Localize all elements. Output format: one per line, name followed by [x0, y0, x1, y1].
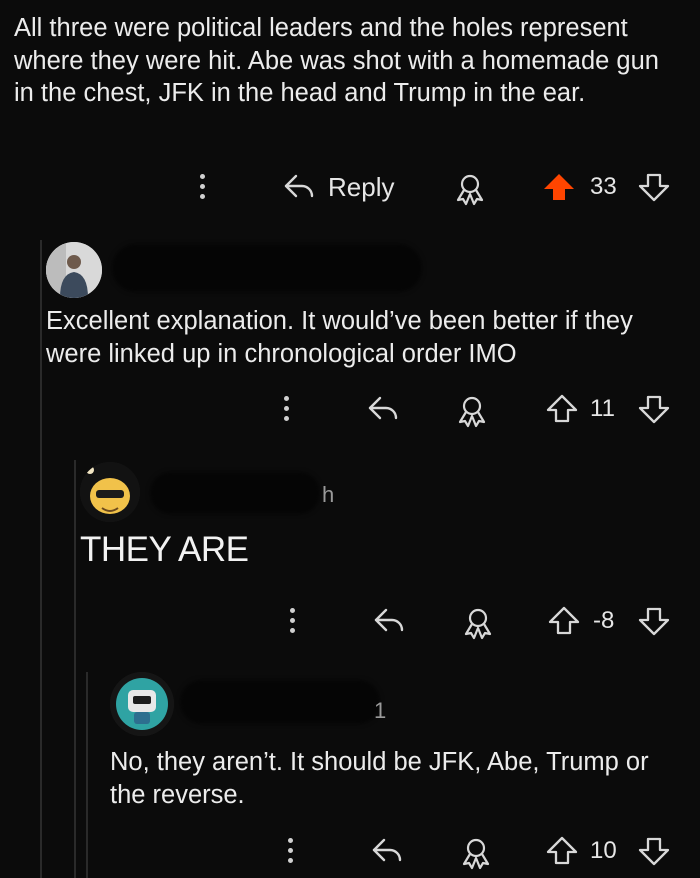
comment-actions: 10	[0, 832, 700, 872]
avatar[interactable]	[46, 242, 102, 298]
score-count: 10	[590, 837, 617, 864]
avatar[interactable]	[110, 672, 174, 736]
downvote-icon[interactable]	[638, 394, 670, 424]
comment-body: Excellent explanation. It would’ve been …	[46, 307, 633, 368]
more-icon[interactable]	[288, 838, 294, 868]
thread-line	[40, 240, 42, 878]
score-count: 11	[590, 395, 615, 422]
comment-meta: 1	[374, 698, 387, 723]
reply-button[interactable]: Reply	[328, 172, 394, 202]
upvote-icon[interactable]	[548, 606, 580, 636]
thread-line	[74, 460, 76, 878]
award-icon[interactable]	[458, 836, 494, 870]
comment-actions: -8	[0, 602, 700, 642]
score-count: 33	[590, 173, 617, 200]
more-icon[interactable]	[290, 608, 296, 638]
comment-body: THEY ARE	[80, 530, 249, 569]
redacted-username	[150, 472, 320, 514]
comment-body: All three were political leaders and the…	[14, 14, 659, 107]
award-icon[interactable]	[460, 606, 496, 640]
avatar[interactable]	[80, 462, 140, 522]
comment-meta: h	[322, 482, 335, 507]
reply-icon[interactable]	[372, 606, 406, 634]
upvote-icon[interactable]	[542, 172, 576, 202]
reply-icon[interactable]	[370, 836, 404, 864]
award-icon[interactable]	[452, 172, 488, 206]
more-icon[interactable]	[284, 396, 290, 426]
comment-actions: 11	[0, 390, 700, 430]
downvote-icon[interactable]	[638, 836, 670, 866]
reply-icon[interactable]	[282, 172, 316, 200]
award-icon[interactable]	[454, 394, 490, 428]
comment-actions: Reply 33	[0, 168, 700, 208]
more-icon[interactable]	[200, 174, 206, 204]
redacted-username	[112, 244, 422, 292]
upvote-icon[interactable]	[546, 836, 578, 866]
upvote-icon[interactable]	[546, 394, 578, 424]
comment-body: No, they aren’t. It should be JFK, Abe, …	[110, 748, 649, 809]
reply-icon[interactable]	[366, 394, 400, 422]
downvote-icon[interactable]	[638, 172, 670, 202]
redacted-username	[180, 680, 380, 724]
score-count: -8	[593, 607, 615, 634]
downvote-icon[interactable]	[638, 606, 670, 636]
